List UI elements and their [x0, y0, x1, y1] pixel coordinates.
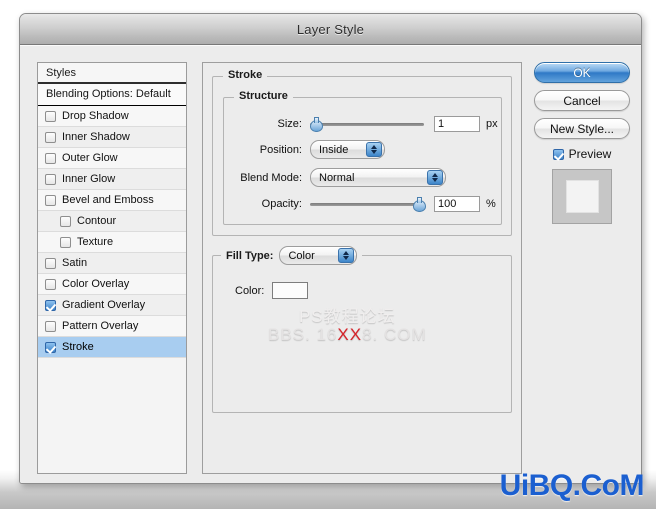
- checkbox-drop-shadow[interactable]: [45, 110, 56, 122]
- position-label: Position:: [259, 143, 302, 156]
- sidebar-item-bevel-and-emboss[interactable]: Bevel and Emboss: [38, 190, 186, 211]
- window-title: Layer Style: [296, 21, 365, 37]
- preview-label: Preview: [568, 147, 612, 161]
- sidebar-item-color-overlay[interactable]: Color Overlay: [38, 274, 186, 295]
- dialog-body: Styles Blending Options: Default Drop Sh…: [20, 45, 641, 483]
- opacity-unit-label: %: [486, 198, 496, 210]
- sidebar-item-texture[interactable]: Texture: [38, 232, 186, 253]
- color-row: Color:: [235, 282, 309, 299]
- checkbox-stroke[interactable]: [45, 341, 56, 353]
- checkbox-contour[interactable]: [60, 215, 71, 227]
- cancel-button[interactable]: Cancel: [534, 90, 630, 111]
- sidebar-item-drop-shadow[interactable]: Drop Shadow: [38, 106, 186, 127]
- sidebar-item-label: Contour: [77, 215, 117, 227]
- layer-style-window: Layer Style Styles Blending Options: Def…: [19, 13, 642, 484]
- sidebar-item-label: Satin: [62, 257, 88, 269]
- opacity-input[interactable]: 100: [434, 196, 480, 212]
- checkbox-preview[interactable]: [552, 148, 564, 160]
- opacity-slider[interactable]: [310, 197, 426, 212]
- checkbox-satin[interactable]: [45, 257, 56, 269]
- window-titlebar[interactable]: Layer Style: [20, 14, 641, 45]
- watermark-line2-highlight: XX: [337, 325, 363, 344]
- size-row: Size: 1 px: [224, 116, 503, 132]
- watermark-line2-post: 8. COM: [362, 325, 427, 344]
- sidebar-item-outer-glow[interactable]: Outer Glow: [38, 148, 186, 169]
- checkbox-color-overlay[interactable]: [45, 278, 56, 290]
- sidebar-item-inner-shadow[interactable]: Inner Shadow: [38, 127, 186, 148]
- blend-mode-value: Normal: [319, 171, 355, 184]
- sidebar-item-label: Texture: [77, 236, 114, 248]
- opacity-row: Opacity: 100 %: [224, 196, 503, 212]
- blend-mode-row: Blend Mode: Normal: [224, 168, 503, 187]
- size-slider[interactable]: [310, 117, 424, 132]
- sidebar-item-label: Stroke: [62, 341, 94, 353]
- sidebar-item-stroke[interactable]: Stroke: [38, 337, 186, 358]
- stroke-group-legend: Stroke: [223, 69, 268, 81]
- sidebar-item-gradient-overlay[interactable]: Gradient Overlay: [38, 295, 186, 316]
- site-logo: UiBQ.CoM: [499, 469, 645, 502]
- sidebar-item-blending-options[interactable]: Blending Options: Default: [38, 84, 186, 106]
- checkbox-inner-glow[interactable]: [45, 173, 56, 185]
- fill-type-legend-wrap: Fill Type: Color: [221, 246, 363, 265]
- checkbox-outer-glow[interactable]: [45, 152, 56, 164]
- sidebar-item-label: Gradient Overlay: [62, 299, 146, 311]
- checkbox-pattern-overlay[interactable]: [45, 320, 56, 332]
- checkbox-inner-shadow[interactable]: [45, 131, 56, 143]
- sidebar-item-label: Color Overlay: [62, 278, 130, 290]
- sidebar-item-label: Bevel and Emboss: [62, 194, 154, 206]
- sidebar-item-satin[interactable]: Satin: [38, 253, 186, 274]
- sidebar-item-label: Pattern Overlay: [62, 320, 139, 332]
- preview-toggle[interactable]: Preview: [552, 147, 612, 161]
- preview-thumbnail-shape: [565, 180, 599, 213]
- ok-button[interactable]: OK: [534, 62, 630, 83]
- size-slider-track: [310, 123, 424, 126]
- fill-type-value: Color: [288, 249, 315, 262]
- sidebar-item-contour[interactable]: Contour: [38, 211, 186, 232]
- opacity-label: Opacity:: [261, 198, 302, 210]
- size-input[interactable]: 1: [434, 116, 480, 132]
- watermark: PS教程论坛 BBS. 16XX8. COM: [268, 302, 427, 345]
- watermark-line2: BBS. 16XX8. COM: [268, 325, 427, 345]
- position-dropdown[interactable]: Inside: [310, 140, 385, 159]
- opacity-slider-thumb[interactable]: [413, 197, 426, 212]
- watermark-line1: PS教程论坛: [298, 307, 396, 326]
- structure-group-legend: Structure: [234, 90, 293, 102]
- preview-thumbnail: [552, 169, 612, 224]
- position-row: Position: Inside: [224, 140, 503, 159]
- opacity-slider-track: [310, 203, 424, 206]
- blend-mode-label: Blend Mode:: [240, 171, 302, 184]
- blend-mode-dropdown[interactable]: Normal: [310, 168, 446, 187]
- sidebar-item-label: Drop Shadow: [62, 110, 129, 122]
- styles-panel: Styles Blending Options: Default Drop Sh…: [37, 62, 187, 474]
- size-unit-label: px: [486, 118, 498, 130]
- checkbox-gradient-overlay[interactable]: [45, 299, 56, 311]
- sidebar-item-inner-glow[interactable]: Inner Glow: [38, 169, 186, 190]
- structure-group: Structure Size: 1 px Position: Inside Bl…: [223, 90, 503, 225]
- stroke-group: Stroke Structure Size: 1 px Position: In…: [212, 69, 512, 236]
- fill-type-dropdown[interactable]: Color: [279, 246, 358, 265]
- checkbox-bevel-and-emboss[interactable]: [45, 194, 56, 206]
- sidebar-item-label: Outer Glow: [62, 152, 118, 164]
- size-label: Size:: [277, 118, 302, 130]
- size-slider-thumb[interactable]: [310, 117, 323, 132]
- fill-type-group: Fill Type: Color Color: PS教程论坛 BBS. 16XX…: [212, 246, 512, 413]
- new-style-button[interactable]: New Style...: [534, 118, 630, 139]
- sidebar-item-label: Inner Shadow: [62, 131, 130, 143]
- checkbox-texture[interactable]: [60, 236, 71, 248]
- watermark-line2-pre: BBS. 16: [268, 325, 338, 344]
- chevron-updown-icon[interactable]: [366, 142, 382, 157]
- stroke-settings-panel: Stroke Structure Size: 1 px Position: In…: [202, 62, 522, 474]
- button-column: OK Cancel New Style... Preview: [534, 62, 630, 224]
- color-swatch[interactable]: [272, 282, 309, 299]
- color-label: Color:: [235, 284, 265, 297]
- styles-panel-header: Styles: [38, 63, 186, 84]
- chevron-updown-icon[interactable]: [338, 248, 355, 263]
- chevron-updown-icon[interactable]: [427, 170, 443, 185]
- position-value: Inside: [319, 143, 349, 156]
- fill-type-label: Fill Type:: [226, 249, 274, 262]
- sidebar-item-pattern-overlay[interactable]: Pattern Overlay: [38, 316, 186, 337]
- sidebar-item-label: Inner Glow: [62, 173, 116, 185]
